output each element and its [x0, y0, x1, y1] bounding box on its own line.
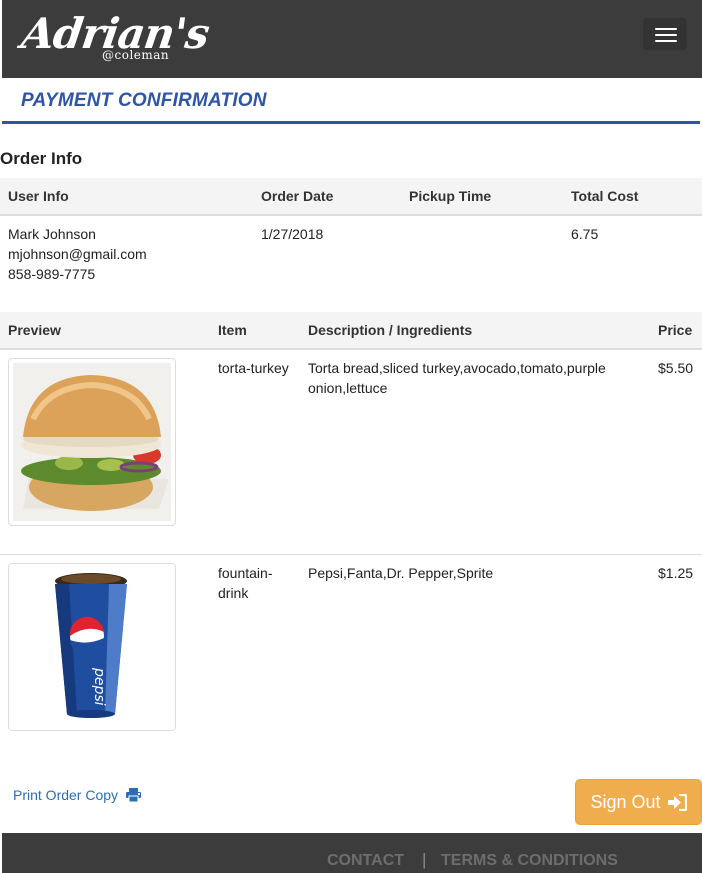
description-line: Torta bread,sliced turkey,avocado,tomato…: [308, 360, 606, 376]
row-divider: [0, 554, 702, 555]
footer-terms-link[interactable]: TERMS & CONDITIONS: [441, 852, 618, 870]
item-price-torta: $5.50: [658, 360, 694, 376]
column-description: Description / Ingredients: [308, 322, 473, 338]
column-order-date: Order Date: [261, 188, 334, 204]
item-price-drink: $1.25: [658, 565, 694, 581]
total-cost-value: 6.75: [571, 226, 599, 242]
column-item: Item: [218, 322, 247, 338]
user-name: Mark Johnson: [8, 226, 96, 242]
column-preview: Preview: [8, 322, 61, 338]
print-order-link[interactable]: Print Order Copy: [13, 787, 141, 803]
items-table-header: Preview Item Description / Ingredients P…: [0, 312, 702, 350]
page-title: PAYMENT CONFIRMATION: [21, 90, 267, 111]
column-pickup-time: Pickup Time: [409, 188, 492, 204]
item-preview-torta: [8, 358, 176, 526]
hamburger-menu-button[interactable]: [643, 18, 687, 50]
torta-sandwich-image: [13, 363, 171, 521]
print-order-label: Print Order Copy: [13, 787, 119, 803]
column-total-cost: Total Cost: [571, 188, 639, 204]
title-divider: [2, 121, 700, 124]
sign-out-button[interactable]: Sign Out: [575, 779, 702, 825]
user-phone: 858-989-7775: [8, 266, 96, 282]
item-description-torta: Torta bread,sliced turkey,avocado,tomato…: [308, 358, 638, 398]
printer-icon: [125, 788, 141, 803]
svg-text:pepsi: pepsi: [91, 667, 107, 706]
brand-logo[interactable]: Adrian's @coleman: [19, 8, 212, 68]
column-price: Price: [658, 322, 693, 338]
sign-out-label: Sign Out: [590, 791, 661, 812]
order-info-heading: Order Info: [0, 149, 83, 168]
footer-contact-link[interactable]: CONTACT: [327, 852, 404, 870]
sign-in-icon: [667, 793, 687, 811]
user-email: mjohnson@gmail.com: [8, 246, 147, 262]
item-description-drink: Pepsi,Fanta,Dr. Pepper,Sprite: [308, 565, 494, 581]
brand-subtitle: @coleman: [102, 48, 170, 62]
hamburger-icon: [655, 28, 677, 30]
pepsi-cup-image: pepsi: [9, 564, 175, 730]
navbar: Adrian's @coleman: [2, 0, 702, 78]
order-date-value: 1/27/2018: [261, 226, 324, 242]
order-info-header: User Info Order Date Pickup Time Total C…: [0, 178, 702, 216]
item-name-line: fountain-: [218, 565, 273, 581]
item-name-torta: torta-turkey: [218, 360, 289, 376]
hamburger-icon-bar: [655, 34, 677, 36]
item-preview-drink: pepsi: [8, 563, 176, 731]
user-info-cell: Mark Johnson mjohnson@gmail.com 858-989-…: [8, 224, 147, 284]
footer: CONTACT | TERMS & CONDITIONS: [2, 833, 702, 873]
item-name-drink: fountain- drink: [218, 563, 272, 603]
column-user-info: User Info: [8, 188, 69, 204]
item-name-line: drink: [218, 585, 249, 601]
description-line: onion,lettuce: [308, 380, 388, 396]
hamburger-icon-bar: [655, 40, 677, 42]
footer-separator: |: [422, 850, 427, 869]
